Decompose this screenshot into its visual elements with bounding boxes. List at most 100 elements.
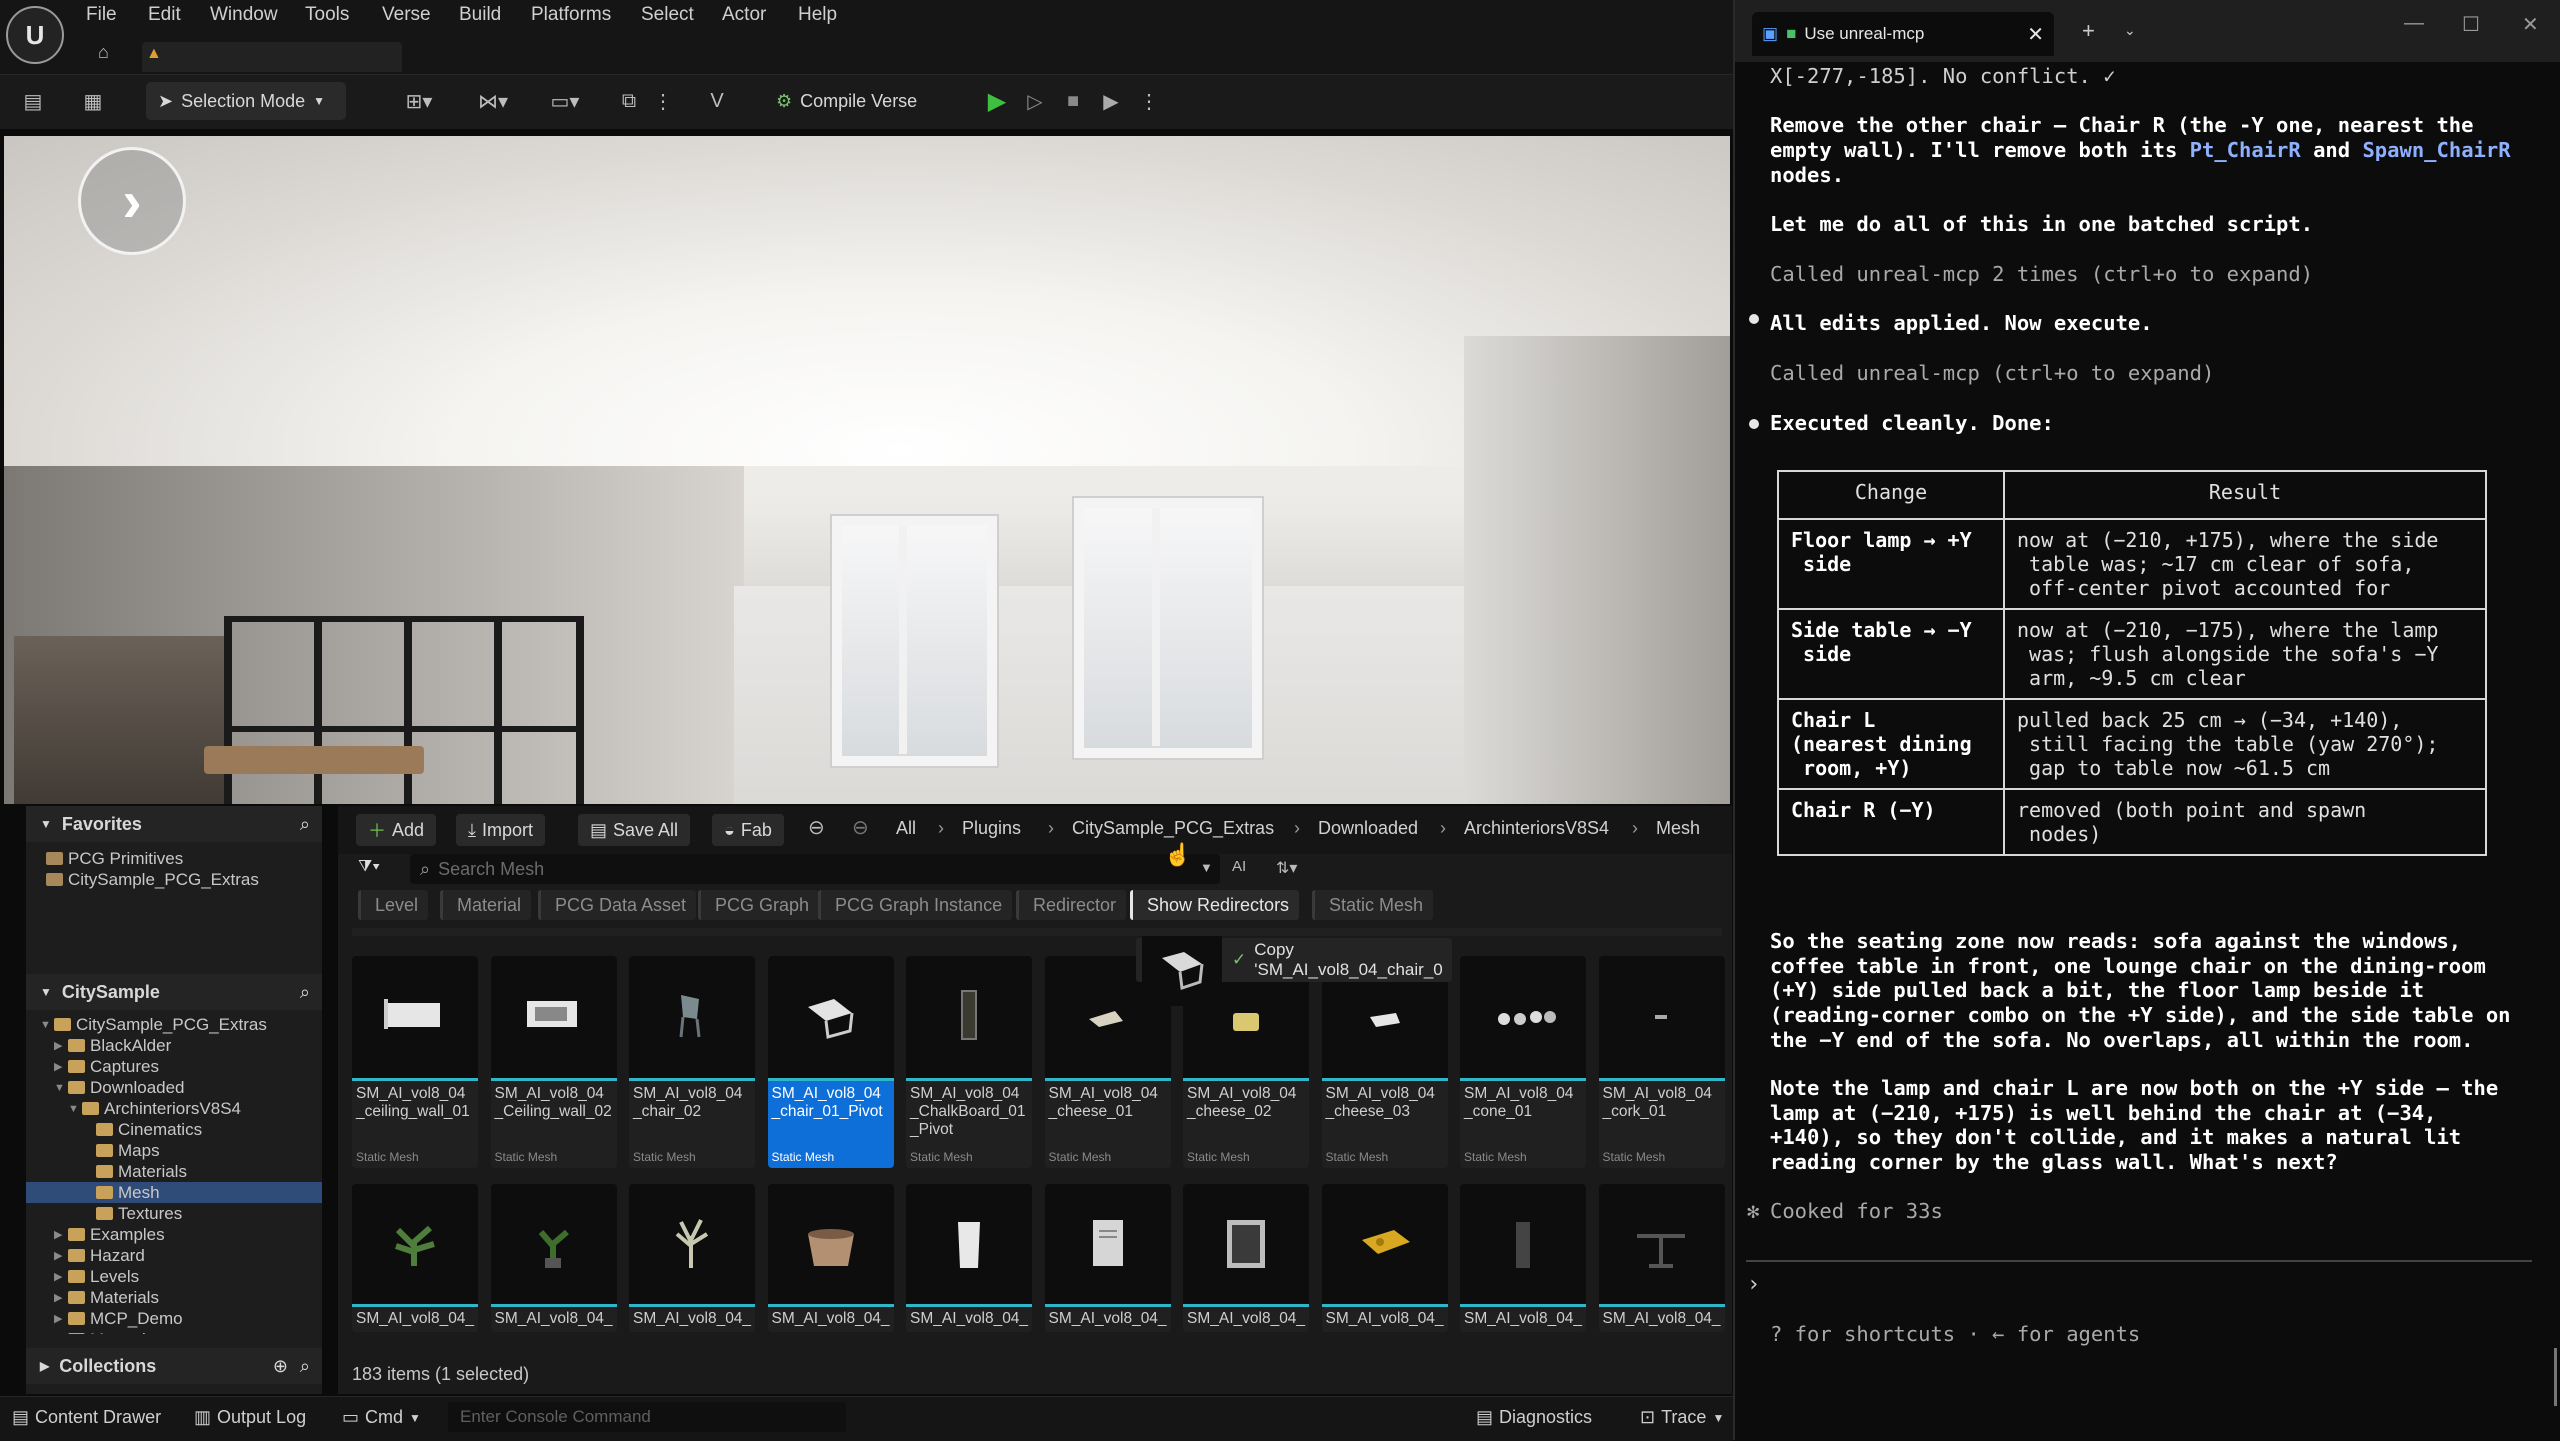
sort-icon[interactable]: ⇅▾ — [1276, 858, 1297, 878]
folder-tree-item[interactable]: Textures — [26, 1203, 322, 1224]
folder-tree-item[interactable]: ▶ Materials — [26, 1287, 322, 1308]
asset-tile[interactable]: SM_AI_vol8_04_ — [490, 1184, 617, 1332]
build-icon[interactable]: ⧉ — [612, 84, 646, 118]
folder-tree-item[interactable]: ▶ MCP_Demo — [26, 1308, 322, 1329]
maximize-icon[interactable]: ☐ — [2462, 12, 2480, 37]
asset-tile[interactable]: SM_AI_vol8_04_ — [1183, 1184, 1309, 1332]
menu-verse[interactable]: Verse — [382, 4, 431, 26]
prompt-caret[interactable]: › — [1747, 1272, 1760, 1297]
blueprint-icon[interactable]: ⋈▾ — [468, 84, 518, 118]
tool-call-summary[interactable]: Called unreal-mcp (ctrl+o to expand) — [1770, 361, 2214, 385]
asset-tile[interactable]: SM_AI_vol8_04_ceiling_wall_01 Static Mesh — [352, 956, 478, 1168]
forward-icon[interactable]: ⊖ — [852, 815, 869, 840]
asset-tile[interactable]: SM_AI_vol8_04_cheese_03 Static Mesh — [1321, 956, 1448, 1168]
asset-tile[interactable]: SM_AI_vol8_04_cone_01 Static Mesh — [1460, 956, 1586, 1168]
citysample-header[interactable]: ▼ CitySample ⌕ — [26, 974, 322, 1010]
search-icon[interactable]: ⌕ — [300, 814, 310, 835]
chevron-right-icon[interactable]: ▶ — [54, 1291, 68, 1304]
chevron-right-icon[interactable]: ▶ — [54, 1333, 68, 1334]
filter-chip[interactable]: Level — [358, 890, 429, 920]
level-tab[interactable]: ▲ — [142, 42, 402, 72]
breadcrumb-item[interactable]: Downloaded — [1318, 818, 1418, 839]
folder-tree-item[interactable]: ▼ ArchinteriorsV8S4 — [26, 1098, 322, 1119]
folder-tree-item[interactable]: ▶ Hazard — [26, 1245, 322, 1266]
chevron-down-icon[interactable]: ▼ — [68, 1103, 82, 1115]
output-log-button[interactable]: ▥ Output Log — [194, 1407, 306, 1428]
home-icon[interactable]: ⌂ — [98, 42, 109, 63]
folder-tree-item[interactable]: Materials — [26, 1161, 322, 1182]
favorite-item[interactable]: PCG Primitives — [46, 848, 322, 869]
search-input[interactable]: ⌕ Search Mesh — [410, 854, 1220, 884]
unreal-logo-icon[interactable]: U — [6, 6, 64, 64]
folder-tree-item[interactable]: ▼ Downloaded — [26, 1077, 322, 1098]
asset-tile[interactable]: SM_AI_vol8_04_cork_01 Static Mesh — [1598, 956, 1725, 1168]
stop-icon[interactable]: ■ — [1058, 84, 1088, 118]
menu-select[interactable]: Select — [641, 4, 694, 26]
cinematics-icon[interactable]: ▭▾ — [540, 84, 590, 118]
back-icon[interactable]: ⊖ — [808, 815, 825, 840]
console-input[interactable]: Enter Console Command — [448, 1402, 846, 1432]
compile-verse-button[interactable]: ⚙ Compile Verse — [776, 82, 917, 120]
asset-tile[interactable]: SM_AI_vol8_04_chair_02 Static Mesh — [629, 956, 755, 1168]
asset-tile[interactable]: SM_AI_vol8_04_ — [906, 1184, 1032, 1332]
search-icon[interactable]: ⌕ — [300, 1356, 310, 1377]
asset-tile[interactable]: SM_AI_vol8_04_chair_01_Pivot Static Mesh — [767, 956, 894, 1168]
eject-icon[interactable]: ▶ — [1096, 84, 1126, 118]
asset-tile[interactable]: SM_AI_vol8_04_Ceiling_wall_02 Static Mesh — [490, 956, 617, 1168]
trace-dropdown[interactable]: ⊡ Trace ▼ — [1640, 1407, 1724, 1428]
menu-window[interactable]: Window — [210, 4, 278, 26]
favorites-header[interactable]: ▼ Favorites ⌕ — [26, 806, 322, 842]
folder-tree-item[interactable]: ▶ Examples — [26, 1224, 322, 1245]
favorite-item[interactable]: CitySample_PCG_Extras — [46, 869, 322, 890]
cmd-dropdown[interactable]: ▭ Cmd ▼ — [342, 1407, 421, 1428]
breadcrumb-item[interactable]: Mesh — [1656, 818, 1700, 839]
save-all-button[interactable]: ▤ Save All — [578, 814, 691, 846]
chevron-right-icon[interactable]: ▶ — [54, 1270, 68, 1283]
level-viewport[interactable]: › — [4, 136, 1730, 804]
menu-edit[interactable]: Edit — [148, 4, 181, 26]
scrollbar[interactable] — [2554, 1348, 2557, 1406]
selection-mode-dropdown[interactable]: ➤ Selection Mode ▼ — [146, 82, 346, 120]
menu-tools[interactable]: Tools — [305, 4, 349, 26]
asset-tile[interactable]: SM_AI_vol8_04_ — [1598, 1184, 1725, 1332]
folder-tree-item[interactable]: Mesh — [26, 1182, 322, 1203]
filter-chip[interactable]: PCG Graph Instance — [818, 890, 1013, 920]
folder-tree-item[interactable]: Cinematics — [26, 1119, 322, 1140]
tool-call-summary[interactable]: Called unreal-mcp 2 times (ctrl+o to exp… — [1770, 262, 2313, 286]
breadcrumb-item[interactable]: All — [896, 818, 916, 839]
breadcrumb-item[interactable]: CitySample_PCG_Extras — [1072, 818, 1274, 839]
play-options-icon[interactable]: ⋮ — [1139, 84, 1159, 118]
save-icon[interactable]: ▤ — [18, 84, 48, 118]
chevron-down-icon[interactable]: ▼ — [40, 1019, 54, 1031]
ai-search-icon[interactable]: AI — [1232, 858, 1246, 875]
folder-tree-item[interactable]: ▶ BlackAlder — [26, 1035, 322, 1056]
play-icon[interactable]: ▶ — [982, 84, 1012, 118]
folder-tree-item[interactable]: ▶ Levels — [26, 1266, 322, 1287]
collections-header[interactable]: ▶ Collections ⊕ ⌕ — [26, 1348, 322, 1384]
play-overlay-icon[interactable]: › — [78, 147, 186, 255]
folder-tree-item[interactable]: ▼ CitySample_PCG_Extras — [26, 1014, 322, 1035]
asset-tile[interactable]: SM_AI_vol8_04_ — [767, 1184, 894, 1332]
asset-tile[interactable]: SM_AI_vol8_04_ — [1321, 1184, 1448, 1332]
filter-chip[interactable]: Redirector — [1016, 890, 1127, 920]
menu-help[interactable]: Help — [798, 4, 837, 26]
add-collection-icon[interactable]: ⊕ — [273, 1356, 288, 1377]
chevron-right-icon[interactable]: ▶ — [54, 1228, 68, 1241]
add-actor-icon[interactable]: ⊞▾ — [394, 84, 444, 118]
filter-icon[interactable]: ⧩▾ — [358, 858, 380, 876]
asset-tile[interactable]: SM_AI_vol8_04_ChalkBoard_01_Pivot Static … — [906, 956, 1032, 1168]
asset-tile[interactable]: SM_AI_vol8_04_ — [1460, 1184, 1586, 1332]
chevron-down-icon[interactable]: ⌄ — [2124, 22, 2136, 39]
asset-tile[interactable]: SM_AI_vol8_04_ — [352, 1184, 478, 1332]
breadcrumb-item[interactable]: Plugins — [962, 818, 1021, 839]
filter-chip[interactable]: Material — [440, 890, 532, 920]
filter-chip[interactable]: Static Mesh — [1312, 890, 1434, 920]
content-drawer-button[interactable]: ▤ Content Drawer — [12, 1407, 161, 1428]
search-history-icon[interactable]: ▼ — [1200, 860, 1213, 875]
folder-tree-item[interactable]: ▶ Megaplants — [26, 1329, 322, 1334]
menu-file[interactable]: File — [86, 4, 117, 26]
chevron-down-icon[interactable]: ▼ — [54, 1082, 68, 1094]
asset-tile[interactable]: SM_AI_vol8_04_ — [629, 1184, 755, 1332]
terminal-tab[interactable]: ▣ ■ Use unreal-mcp ✕ — [1752, 12, 2054, 56]
fab-button[interactable]: ◒ Fab — [712, 814, 784, 846]
